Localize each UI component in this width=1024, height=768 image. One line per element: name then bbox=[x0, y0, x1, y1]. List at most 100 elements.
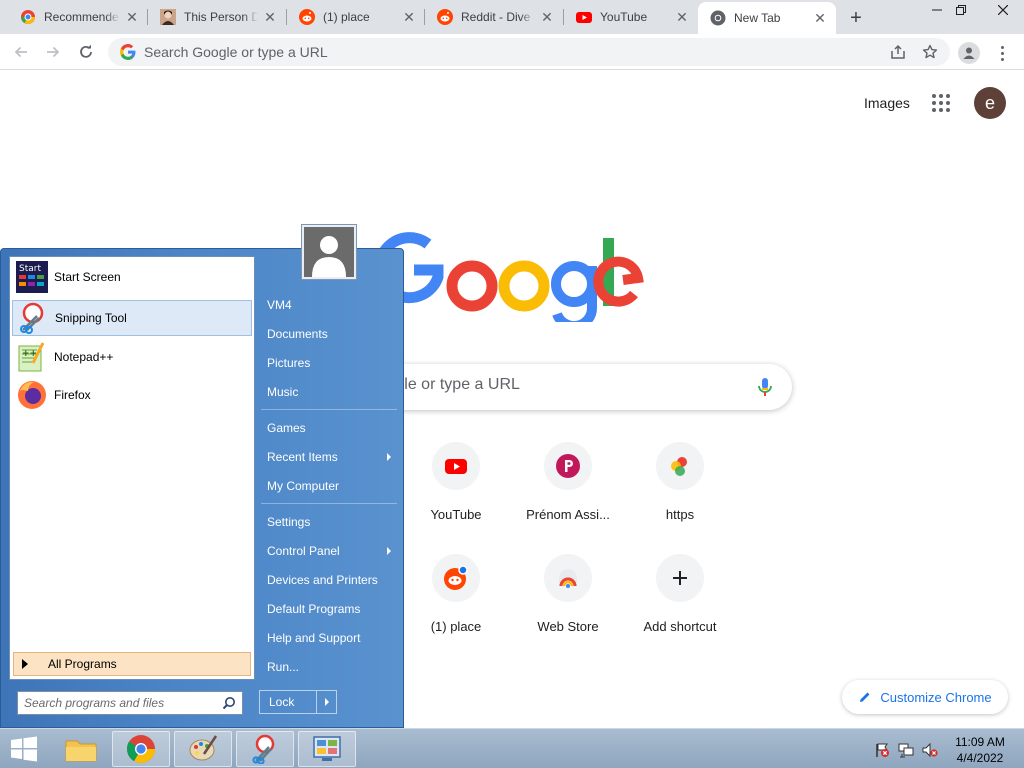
start-link-settings[interactable]: Settings bbox=[267, 515, 310, 529]
firefox-icon bbox=[16, 379, 48, 411]
start-link-documents[interactable]: Documents bbox=[267, 327, 328, 341]
search-icon[interactable] bbox=[222, 696, 236, 710]
start-link-control-panel[interactable]: Control Panel bbox=[267, 544, 397, 558]
omnibox-input[interactable] bbox=[144, 44, 844, 60]
customize-chrome-button[interactable]: Customize Chrome bbox=[842, 680, 1008, 714]
user-account-picture[interactable] bbox=[301, 224, 357, 280]
tab-new-tab[interactable]: New Tab ✕ bbox=[698, 2, 836, 34]
shortcut-prenom[interactable]: Prénom Assi... bbox=[512, 442, 624, 542]
close-icon[interactable]: ✕ bbox=[124, 9, 140, 25]
start-search-box[interactable] bbox=[17, 691, 243, 715]
start-link-recent-items[interactable]: Recent Items bbox=[267, 450, 397, 464]
reddit-icon bbox=[444, 565, 468, 590]
shutdown-options-arrow[interactable] bbox=[316, 691, 336, 713]
start-link-default-programs[interactable]: Default Programs bbox=[267, 602, 360, 616]
system-clock[interactable]: 11:09 AM 4/4/2022 bbox=[946, 734, 1014, 766]
chrome-icon bbox=[710, 10, 726, 26]
shortcut-web-store[interactable]: Web Store bbox=[512, 554, 624, 654]
microphone-icon[interactable] bbox=[754, 376, 776, 398]
taskbar-control-panel[interactable] bbox=[298, 731, 356, 767]
close-icon[interactable]: ✕ bbox=[262, 9, 278, 25]
taskbar-snipping-tool[interactable] bbox=[236, 731, 294, 767]
shortcut-place[interactable]: (1) place bbox=[400, 554, 512, 654]
restore-button[interactable] bbox=[946, 0, 976, 20]
start-button[interactable] bbox=[4, 732, 44, 766]
forward-button[interactable] bbox=[42, 41, 64, 63]
start-link-devices-printers[interactable]: Devices and Printers bbox=[267, 573, 378, 587]
snipping-tool-icon bbox=[252, 734, 275, 764]
taskbar: 11:09 AM 4/4/2022 bbox=[0, 728, 1024, 768]
close-icon[interactable]: ✕ bbox=[674, 9, 690, 25]
start-search-input[interactable] bbox=[24, 696, 214, 710]
start-link-vm4[interactable]: VM4 bbox=[267, 298, 292, 312]
submenu-arrow-icon bbox=[387, 453, 391, 461]
all-programs-button[interactable]: All Programs bbox=[13, 652, 251, 676]
youtube-icon bbox=[576, 9, 592, 25]
network-icon[interactable] bbox=[898, 742, 914, 758]
start-item-snipping-tool[interactable]: Snipping Tool bbox=[12, 300, 252, 336]
taskbar-file-explorer[interactable] bbox=[52, 731, 110, 767]
close-icon[interactable]: ✕ bbox=[812, 10, 828, 26]
account-avatar[interactable]: e bbox=[974, 87, 1006, 119]
close-icon[interactable]: ✕ bbox=[539, 9, 555, 25]
start-item-notepad-plus-plus[interactable]: ++ Notepad++ bbox=[12, 339, 252, 375]
start-divider bbox=[261, 503, 397, 504]
start-link-pictures[interactable]: Pictures bbox=[267, 356, 310, 370]
chrome-icon bbox=[126, 735, 155, 763]
triangle-right-icon bbox=[22, 659, 28, 669]
action-center-flag-icon[interactable] bbox=[874, 742, 890, 758]
chrome-web-store-icon bbox=[559, 569, 577, 588]
taskbar-paint[interactable] bbox=[174, 731, 232, 767]
new-tab-button[interactable]: + bbox=[845, 7, 867, 29]
close-icon[interactable]: ✕ bbox=[401, 9, 417, 25]
start-item-start-screen[interactable]: Start Start Screen bbox=[12, 259, 252, 295]
control-panel-icon bbox=[313, 736, 341, 761]
reload-button[interactable] bbox=[75, 41, 97, 63]
start-menu: Start Start Screen Snipping Tool ++ Note… bbox=[0, 224, 404, 728]
start-link-help-support[interactable]: Help and Support bbox=[267, 631, 360, 645]
close-window-button[interactable] bbox=[988, 0, 1018, 20]
tab-place[interactable]: (1) place ✕ bbox=[287, 0, 425, 34]
svg-text:Start: Start bbox=[19, 264, 41, 274]
shortcut-https[interactable]: https bbox=[624, 442, 736, 542]
start-item-label: Firefox bbox=[54, 388, 91, 402]
google-g-icon bbox=[120, 44, 136, 60]
profile-button[interactable] bbox=[958, 42, 980, 64]
tab-recommended[interactable]: Recommende ✕ bbox=[8, 0, 148, 34]
chrome-menu-button[interactable] bbox=[994, 42, 1010, 64]
youtube-icon bbox=[445, 459, 467, 474]
images-link[interactable]: Images bbox=[864, 95, 910, 111]
chrome-web-store-icon bbox=[20, 9, 36, 25]
tab-title: YouTube bbox=[600, 10, 648, 24]
taskbar-chrome[interactable] bbox=[112, 731, 170, 767]
person-icon bbox=[963, 47, 975, 59]
volume-muted-icon[interactable] bbox=[922, 742, 938, 758]
start-link-music[interactable]: Music bbox=[267, 385, 298, 399]
start-link-run[interactable]: Run... bbox=[267, 660, 299, 674]
shortcut-label: Web Store bbox=[537, 619, 599, 634]
apps-grid-icon[interactable] bbox=[932, 94, 950, 112]
tab-this-person[interactable]: This Person D ✕ bbox=[148, 0, 286, 34]
notepad-plus-plus-icon: ++ bbox=[16, 341, 48, 373]
back-button[interactable] bbox=[10, 41, 32, 63]
start-link-games[interactable]: Games bbox=[267, 421, 306, 435]
paint-icon bbox=[189, 735, 218, 761]
tab-reddit[interactable]: Reddit - Dive ✕ bbox=[425, 0, 563, 34]
start-link-label: Control Panel bbox=[267, 544, 340, 558]
shortcut-youtube[interactable]: YouTube bbox=[400, 442, 512, 542]
start-screen-icon: Start bbox=[16, 261, 48, 293]
bookmark-star-icon[interactable] bbox=[922, 44, 938, 60]
start-link-my-computer[interactable]: My Computer bbox=[267, 479, 339, 493]
shortcut-add[interactable]: Add shortcut bbox=[624, 554, 736, 654]
shortcut-label: Add shortcut bbox=[643, 619, 717, 634]
share-icon[interactable] bbox=[890, 44, 906, 60]
start-item-label: Snipping Tool bbox=[55, 311, 127, 325]
p-letter-icon bbox=[556, 454, 580, 478]
omnibox[interactable] bbox=[108, 38, 950, 66]
tab-youtube[interactable]: YouTube ✕ bbox=[564, 0, 698, 34]
start-item-firefox[interactable]: Firefox bbox=[12, 377, 252, 413]
submenu-arrow-icon bbox=[387, 547, 391, 555]
lock-label: Lock bbox=[269, 695, 295, 709]
lock-button[interactable]: Lock bbox=[259, 690, 337, 714]
all-programs-label: All Programs bbox=[48, 657, 117, 671]
